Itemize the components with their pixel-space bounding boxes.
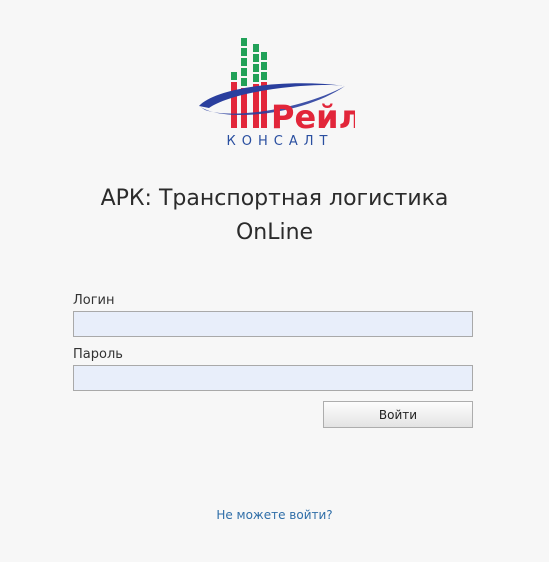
page-title-line2: OnLine xyxy=(235,220,314,245)
login-label: Логин xyxy=(73,293,115,308)
page-title: АРК: Транспортная логистика OnLine xyxy=(0,182,549,250)
logo-brand-text: Рейл xyxy=(271,98,355,134)
password-input[interactable] xyxy=(73,365,473,391)
login-button[interactable]: Войти xyxy=(323,401,473,428)
forgot-login-link[interactable]: Не можете войти? xyxy=(0,508,549,522)
login-form: Логин Пароль Войти xyxy=(73,291,473,428)
logo-company-text: КОНСАЛТ xyxy=(226,134,334,149)
company-logo: Рейл КОНСАЛТ xyxy=(195,34,355,152)
rail-consult-logo-icon: Рейл xyxy=(199,38,355,134)
page-title-line1: АРК: Транспортная логистика xyxy=(100,186,449,211)
password-label: Пароль xyxy=(73,347,123,362)
login-input[interactable] xyxy=(73,311,473,337)
